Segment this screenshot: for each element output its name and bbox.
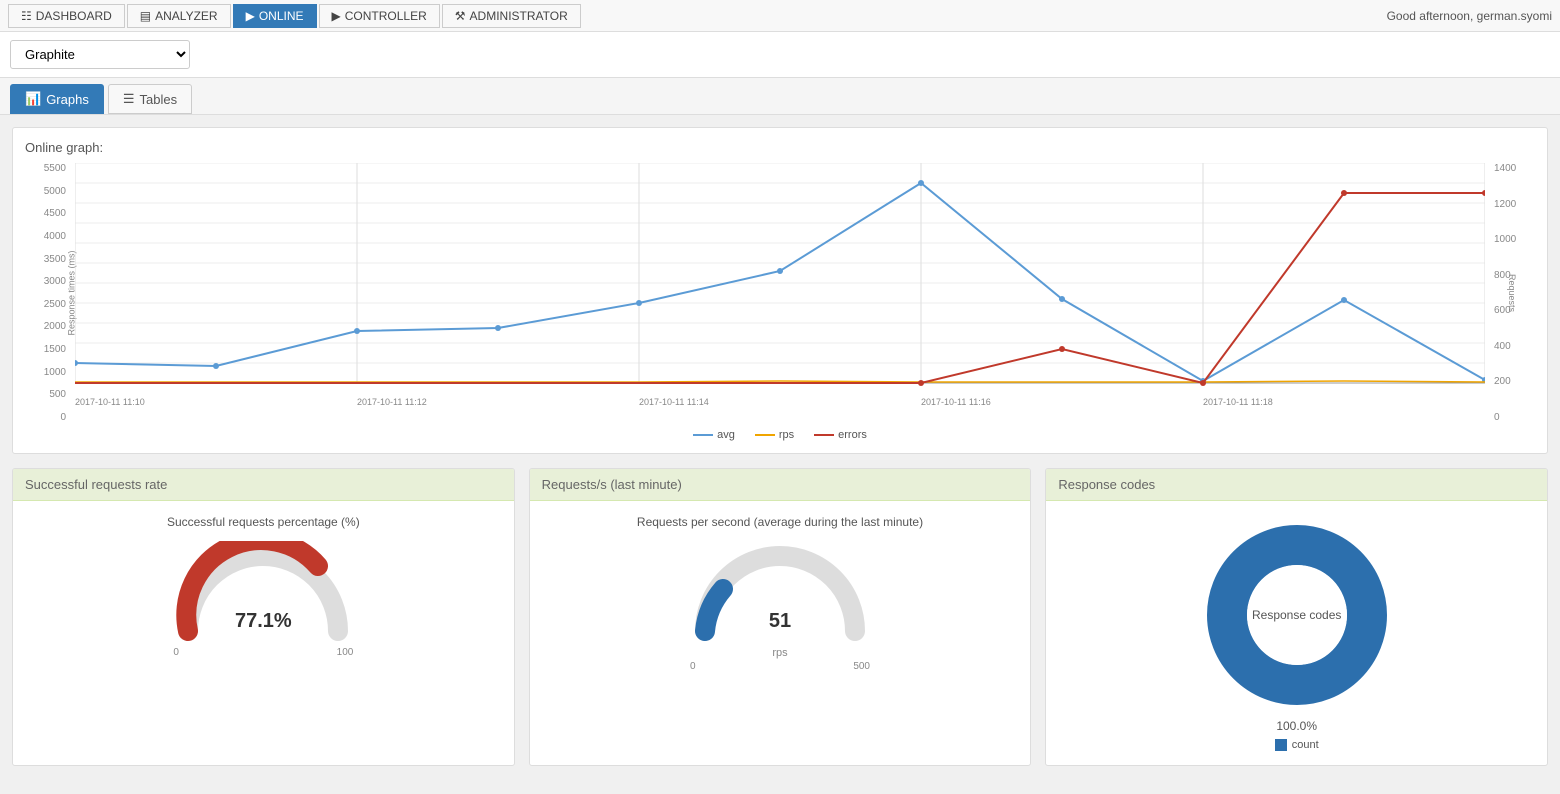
panel-response-header: Response codes [1046, 469, 1547, 501]
tab-bar: 📊 Graphs ☰ Tables [0, 78, 1560, 115]
tab-tables[interactable]: ☰ Tables [108, 84, 192, 114]
x-axis-labels: 2017-10-11 11:10 2017-10-11 11:12 2017-1… [75, 393, 1485, 423]
wrench-icon: ⚒ [455, 9, 466, 23]
avg-line [75, 183, 1485, 381]
nav-administrator[interactable]: ⚒ ADMINISTRATOR [442, 4, 581, 28]
legend-avg: avg [693, 429, 735, 441]
nav-buttons: ☷ DASHBOARD ▤ ANALYZER ▶ ONLINE ▶ CONTRO… [8, 4, 581, 28]
panel-success-body: Successful requests percentage (%) 77.1%… [13, 501, 514, 672]
play-icon: ▶ [332, 9, 341, 23]
panel-rps-header: Requests/s (last minute) [530, 469, 1031, 501]
rps-gauge-value: 51 [769, 610, 791, 633]
panel-rps-subtitle: Requests per second (average during the … [637, 515, 923, 529]
panel-rps: Requests/s (last minute) Requests per se… [529, 468, 1032, 766]
grid-icon: ☷ [21, 9, 32, 23]
success-gauge: 77.1% [173, 541, 353, 641]
chart-legend: avg rps errors [25, 429, 1535, 441]
rps-legend-line [755, 434, 775, 436]
success-gauge-value: 77.1% [235, 610, 292, 633]
donut-percentage: 100.0% [1276, 719, 1317, 733]
donut-center-label: Response codes [1252, 608, 1341, 622]
greeting-text: Good afternoon, german.syomi [1387, 9, 1552, 23]
errors-legend-line [814, 434, 834, 436]
panel-response-body: Response codes 100.0% count [1046, 501, 1547, 765]
y-axis-right: 0 200 400 600 800 1000 1200 1400 [1490, 163, 1535, 423]
nav-online[interactable]: ▶ ONLINE [233, 4, 317, 28]
rps-gauge-labels: 0 500 [690, 661, 870, 672]
panel-success-subtitle: Successful requests percentage (%) [167, 515, 360, 529]
top-navigation: ☷ DASHBOARD ▤ ANALYZER ▶ ONLINE ▶ CONTRO… [0, 0, 1560, 32]
panel-success-rate: Successful requests rate Successful requ… [12, 468, 515, 766]
tab-graphs[interactable]: 📊 Graphs [10, 84, 104, 114]
legend-errors: errors [814, 429, 867, 441]
legend-rps: rps [755, 429, 794, 441]
donut-legend: count [1275, 739, 1319, 751]
main-content: Online graph: Response times (ms) Reques… [0, 115, 1560, 778]
table-icon: ☰ [123, 91, 135, 107]
online-graph-card: Online graph: Response times (ms) Reques… [12, 127, 1548, 454]
chart-title: Online graph: [25, 140, 1535, 155]
rps-unit: rps [772, 647, 787, 659]
play-circle-icon: ▶ [246, 9, 255, 23]
avg-legend-line [693, 434, 713, 436]
panel-rps-body: Requests per second (average during the … [530, 501, 1031, 686]
panel-response-codes: Response codes Response codes 100.0% cou… [1045, 468, 1548, 766]
dropdown-row: Graphite [0, 32, 1560, 78]
panel-success-header: Successful requests rate [13, 469, 514, 501]
chart-svg [75, 163, 1485, 393]
graphite-dropdown[interactable]: Graphite [10, 40, 190, 69]
nav-controller[interactable]: ▶ CONTROLLER [319, 4, 440, 28]
chart-icon: 📊 [25, 91, 41, 107]
rps-gauge: 51 [690, 541, 870, 641]
nav-analyzer[interactable]: ▤ ANALYZER [127, 4, 231, 28]
chart-svg-container [75, 163, 1485, 393]
panels-row: Successful requests rate Successful requ… [12, 468, 1548, 766]
success-gauge-labels: 0 100 [173, 647, 353, 658]
chart-area: Response times (ms) Requests 0 500 1000 … [25, 163, 1535, 423]
nav-dashboard[interactable]: ☷ DASHBOARD [8, 4, 125, 28]
response-donut: Response codes [1197, 515, 1397, 715]
rps-line [75, 381, 1485, 382]
y-axis-left: 0 500 1000 1500 2000 2500 3000 3500 4000… [25, 163, 70, 423]
errors-line [75, 193, 1485, 383]
count-legend-box [1275, 739, 1287, 751]
bar-chart-icon: ▤ [140, 9, 151, 23]
